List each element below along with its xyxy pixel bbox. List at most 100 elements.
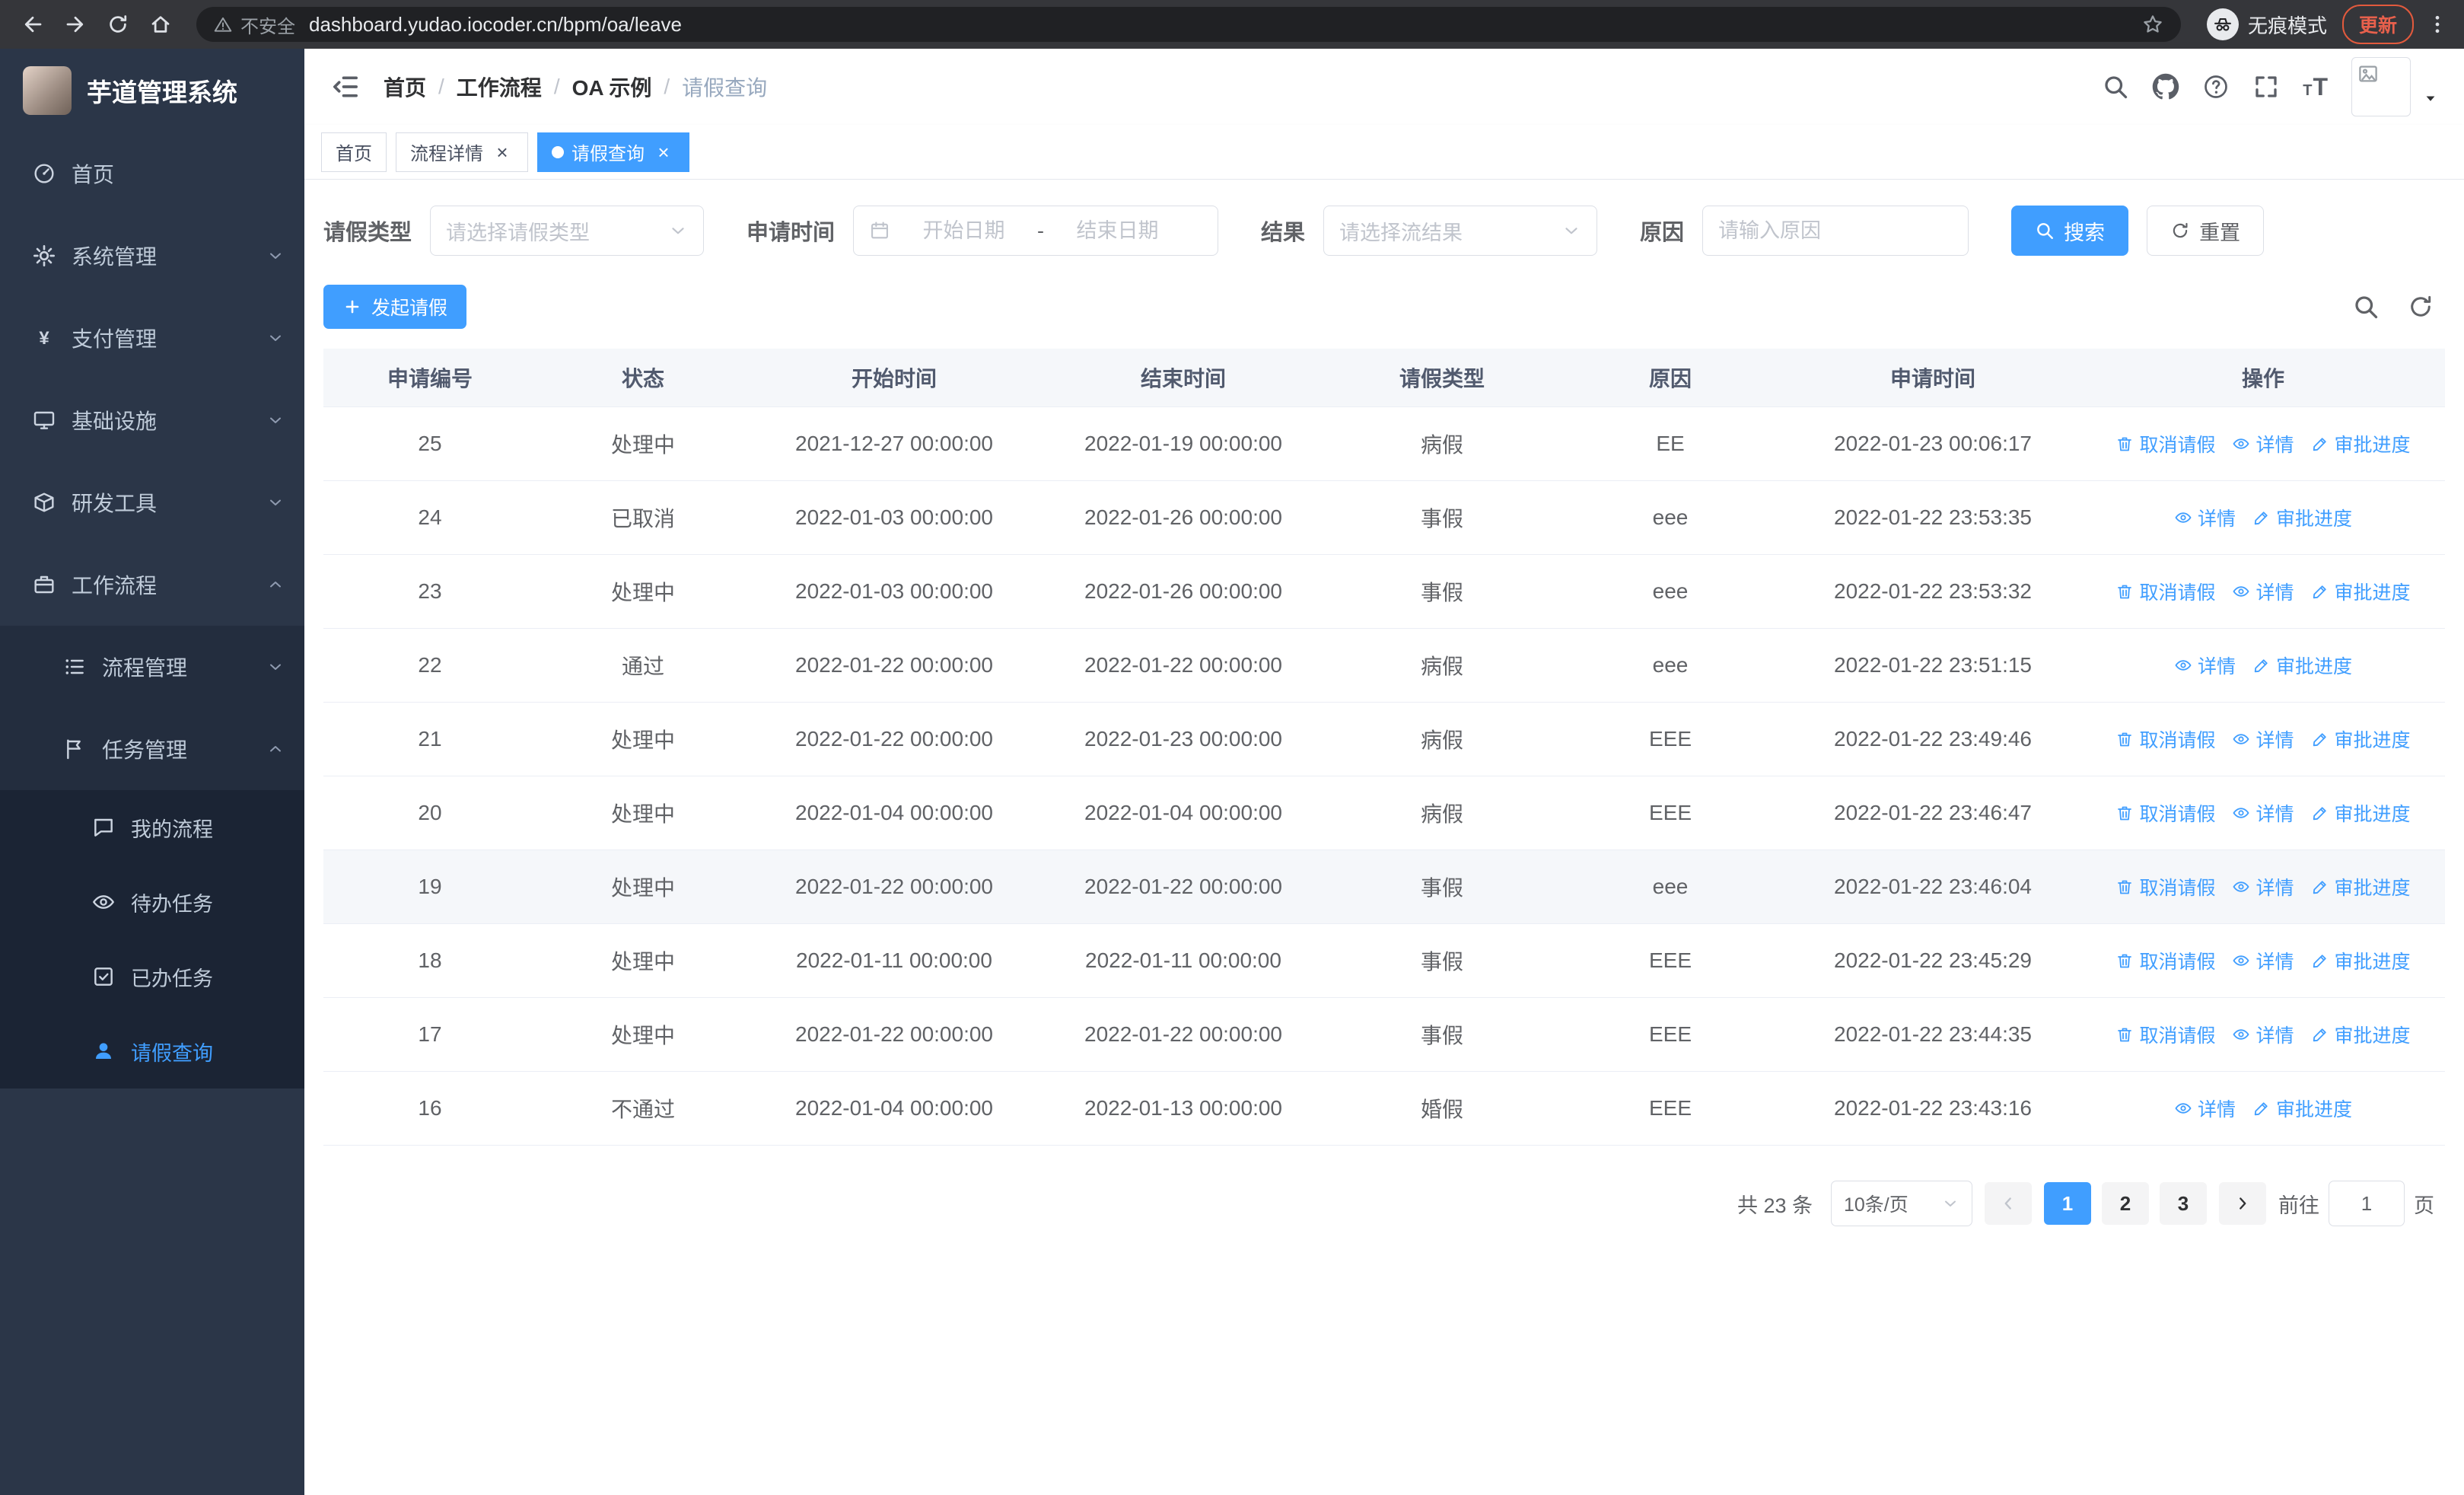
- tab-2-active[interactable]: 请假查询 ×: [537, 132, 689, 172]
- security-indicator[interactable]: 不安全: [213, 11, 295, 38]
- leave-table: 申请编号 状态 开始时间 结束时间 请假类型 原因 申请时间 操作 25 处理中 2021-12-…: [323, 349, 2445, 1146]
- sidebar-item-todo-task[interactable]: 待办任务: [0, 865, 304, 939]
- cancel-leave-link[interactable]: 取消请假: [2115, 430, 2215, 457]
- detail-link[interactable]: 详情: [2232, 725, 2294, 753]
- browser-home-button[interactable]: [143, 7, 178, 42]
- sidebar-item-done-task[interactable]: 已办任务: [0, 939, 304, 1014]
- refresh-table-icon[interactable]: [2407, 293, 2434, 320]
- breadcrumb-item[interactable]: 工作流程: [457, 72, 542, 102]
- detail-link[interactable]: 详情: [2174, 652, 2236, 679]
- detail-link[interactable]: 详情: [2232, 799, 2294, 827]
- cancel-leave-link[interactable]: 取消请假: [2115, 725, 2215, 753]
- tab-close-icon[interactable]: ×: [652, 141, 675, 164]
- cell-id: 19: [418, 875, 442, 898]
- toggle-search-icon[interactable]: [2352, 293, 2380, 320]
- sidebar-item-leave-query[interactable]: 请假查询: [0, 1014, 304, 1089]
- next-page-button[interactable]: [2219, 1182, 2266, 1225]
- progress-link[interactable]: 审批进度: [2252, 652, 2352, 679]
- progress-link[interactable]: 审批进度: [2311, 578, 2411, 605]
- tab-1[interactable]: 流程详情 ×: [396, 132, 528, 172]
- goto-page-input[interactable]: [2329, 1181, 2405, 1226]
- progress-link[interactable]: 审批进度: [2311, 799, 2411, 827]
- reset-button[interactable]: 重置: [2147, 206, 2265, 256]
- browser-forward-button[interactable]: [58, 7, 93, 42]
- chevron-up-icon: [266, 740, 285, 758]
- cell-type: 事假: [1420, 876, 1463, 900]
- action-label: 取消请假: [2139, 952, 2216, 973]
- progress-link[interactable]: 审批进度: [2311, 947, 2411, 974]
- sidebar-item-system-management[interactable]: 系统管理: [0, 215, 304, 297]
- page-button-2[interactable]: 2: [2102, 1182, 2149, 1225]
- detail-link[interactable]: 详情: [2232, 1021, 2294, 1048]
- sidebar-item-workflow[interactable]: 工作流程: [0, 543, 304, 626]
- cancel-leave-link[interactable]: 取消请假: [2115, 873, 2215, 901]
- tab-0[interactable]: 首页: [321, 132, 387, 172]
- detail-link[interactable]: 详情: [2232, 578, 2294, 605]
- cell-end: 2022-01-22 00:00:00: [1084, 653, 1282, 677]
- sidebar-item-infrastructure[interactable]: 基础设施: [0, 379, 304, 461]
- url-text[interactable]: dashboard.yudao.iocoder.cn/bpm/oa/leave: [309, 13, 2132, 37]
- reset-button-label: 重置: [2199, 221, 2241, 244]
- reason-input[interactable]: [1718, 218, 1953, 243]
- sidebar-collapse-button[interactable]: [330, 72, 361, 102]
- progress-link[interactable]: 审批进度: [2311, 1021, 2411, 1048]
- tab-close-icon[interactable]: ×: [491, 141, 514, 164]
- address-bar[interactable]: 不安全 dashboard.yudao.iocoder.cn/bpm/oa/le…: [196, 7, 2181, 42]
- breadcrumb-item[interactable]: 首页: [384, 72, 426, 102]
- end-date-input[interactable]: [1055, 218, 1181, 243]
- detail-link[interactable]: 详情: [2232, 873, 2294, 901]
- sidebar-item-task-management[interactable]: 任务管理: [0, 708, 304, 790]
- avatar-caret-icon[interactable]: [2423, 91, 2438, 106]
- sidebar-item-payment-management[interactable]: 支付管理: [0, 297, 304, 379]
- progress-link[interactable]: 审批进度: [2311, 430, 2411, 457]
- detail-link[interactable]: 详情: [2174, 504, 2236, 531]
- fullscreen-icon[interactable]: [2252, 73, 2280, 100]
- browser-menu-button[interactable]: [2426, 13, 2449, 36]
- page-button-1[interactable]: 1: [2044, 1182, 2091, 1225]
- help-icon[interactable]: [2202, 73, 2230, 100]
- progress-link[interactable]: 审批进度: [2311, 725, 2411, 753]
- sidebar-logo[interactable]: 芋道管理系统: [0, 49, 304, 132]
- browser-reload-button[interactable]: [100, 7, 135, 42]
- cell-end: 2022-01-26 00:00:00: [1084, 505, 1282, 529]
- cancel-leave-link[interactable]: 取消请假: [2115, 1021, 2215, 1048]
- cancel-leave-link[interactable]: 取消请假: [2115, 578, 2215, 605]
- github-icon[interactable]: [2152, 73, 2179, 100]
- browser-update-button[interactable]: 更新: [2341, 5, 2414, 44]
- progress-icon: [2311, 582, 2329, 601]
- cell-actions: 取消请假 详情 审批进度: [2081, 555, 2445, 628]
- sidebar-item-dev-tools[interactable]: 研发工具: [0, 461, 304, 543]
- sidebar-item-home[interactable]: 首页: [0, 132, 304, 215]
- leave-type-select[interactable]: 请选择请假类型: [430, 206, 705, 256]
- result-select[interactable]: 请选择流结果: [1323, 206, 1598, 256]
- monitor-icon: [32, 408, 56, 432]
- progress-link[interactable]: 审批进度: [2311, 873, 2411, 901]
- header-search-icon[interactable]: [2102, 73, 2129, 100]
- action-label: 审批进度: [2334, 730, 2411, 751]
- detail-icon: [2174, 508, 2192, 527]
- filter-leave-type: 请假类型 请选择请假类型: [323, 206, 705, 256]
- progress-link[interactable]: 审批进度: [2252, 504, 2352, 531]
- start-date-input[interactable]: [901, 218, 1027, 243]
- prev-page-button[interactable]: [1985, 1182, 2032, 1225]
- sidebar-item-my-process[interactable]: 我的流程: [0, 790, 304, 865]
- breadcrumb-item[interactable]: OA 示例: [572, 72, 652, 102]
- cancel-leave-link[interactable]: 取消请假: [2115, 799, 2215, 827]
- avatar[interactable]: [2351, 57, 2411, 116]
- search-button[interactable]: 搜索: [2011, 206, 2129, 256]
- page-button-3[interactable]: 3: [2160, 1182, 2207, 1225]
- detail-link[interactable]: 详情: [2232, 947, 2294, 974]
- progress-link[interactable]: 审批进度: [2252, 1095, 2352, 1122]
- date-range-picker[interactable]: -: [853, 206, 1219, 256]
- sidebar-item-process-management[interactable]: 流程管理: [0, 626, 304, 708]
- cancel-leave-link[interactable]: 取消请假: [2115, 947, 2215, 974]
- create-leave-button[interactable]: 发起请假: [323, 285, 467, 329]
- bookmark-star-button[interactable]: [2141, 13, 2164, 36]
- browser-back-button[interactable]: [15, 7, 50, 42]
- cell-status: 通过: [621, 655, 664, 678]
- font-size-icon[interactable]: TT: [2303, 73, 2329, 101]
- detail-link[interactable]: 详情: [2232, 430, 2294, 457]
- dashboard-icon: [32, 161, 56, 186]
- page-size-select[interactable]: 10条/页: [1831, 1181, 1972, 1226]
- detail-link[interactable]: 详情: [2174, 1095, 2236, 1122]
